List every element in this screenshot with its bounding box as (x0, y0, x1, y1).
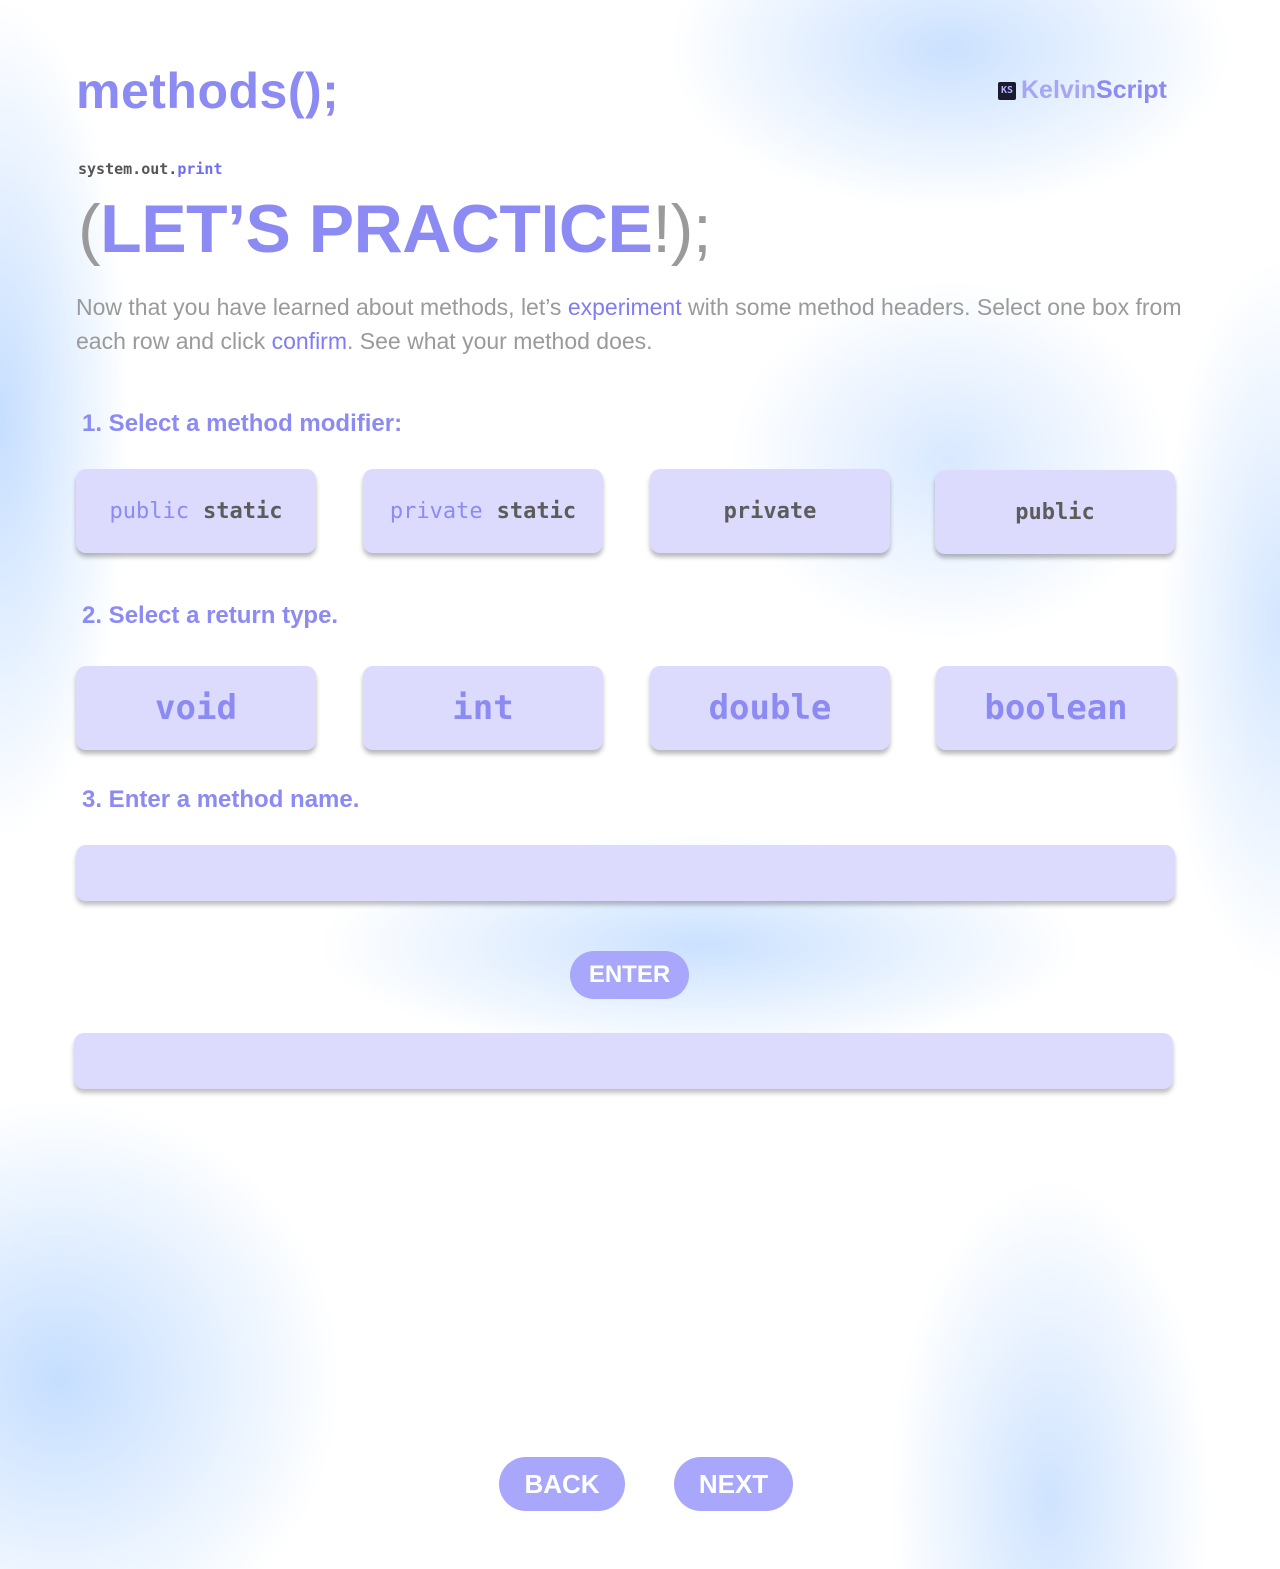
page-title: methods(); (76, 63, 340, 119)
kelvinscript-logo-icon: KS (998, 81, 1016, 100)
modifier-keyword: private (389, 498, 483, 524)
intro-text-1: Now that you have learned about methods,… (76, 294, 568, 320)
modifier-keyword: public (109, 498, 189, 524)
brand-logo-link[interactable]: KS KelvinScript (998, 76, 1167, 105)
next-button[interactable]: NEXT (674, 1457, 793, 1511)
kicker-prefix: system.out. (78, 160, 178, 178)
modifier-option-private-static[interactable]: private static (363, 469, 603, 553)
return-type-double[interactable]: double (650, 666, 890, 750)
kicker-method: print (177, 160, 223, 178)
code-kicker: system.out.print (78, 160, 223, 178)
step3-label: 3. Enter a method name. (82, 786, 360, 813)
hero-open-paren: ( (78, 191, 101, 267)
method-output-box (74, 1033, 1173, 1089)
modifier-option-public-static[interactable]: public static (76, 469, 316, 553)
step1-label: 1. Select a method modifier: (82, 410, 403, 437)
return-type-int[interactable]: int (363, 666, 603, 750)
back-button[interactable]: BACK (499, 1457, 625, 1511)
brand-name-script: Script (1096, 76, 1167, 104)
modifier-rest: static (496, 498, 577, 524)
step2-label: 2. Select a return type. (82, 602, 339, 629)
modifier-rest: static (203, 498, 283, 524)
experiment-highlight: experiment (567, 294, 682, 320)
intro-paragraph: Now that you have learned about methods,… (76, 290, 1186, 358)
brand-name-kelvin: Kelvin (1021, 76, 1097, 104)
method-name-input[interactable] (76, 845, 1175, 901)
modifier-rest: private (723, 498, 817, 524)
modifier-rest: public (1015, 499, 1095, 525)
return-type-void[interactable]: void (76, 666, 316, 750)
hero-heading: (LET’S PRACTICE!); (78, 190, 712, 268)
return-type-boolean[interactable]: boolean (936, 666, 1176, 750)
enter-button[interactable]: ENTER (570, 951, 689, 999)
hero-title: LET’S PRACTICE (100, 191, 653, 267)
confirm-highlight: confirm (271, 328, 347, 354)
modifier-option-public[interactable]: public (935, 470, 1175, 554)
modifier-option-private[interactable]: private (650, 469, 890, 553)
intro-text-3: . See what your method does. (347, 328, 653, 354)
hero-close-punct: !); (652, 191, 712, 267)
brand-name: KelvinScript (1021, 76, 1167, 105)
